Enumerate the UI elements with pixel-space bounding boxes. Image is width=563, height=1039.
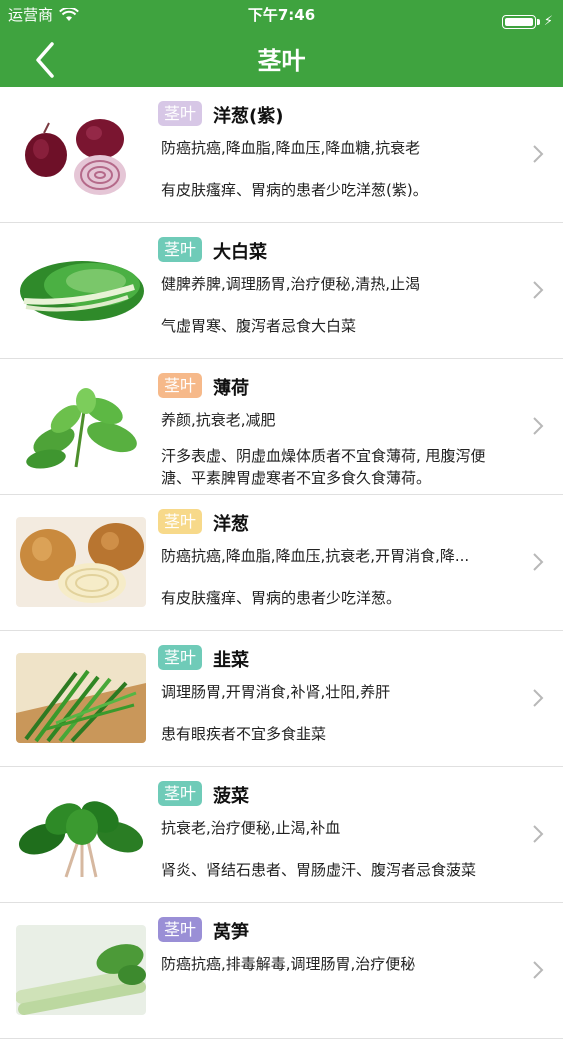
page-title: 茎叶 [257,47,306,75]
vegetable-list: 茎叶 洋葱(紫) 防癌抗癌,降血脂,降血压,降血糖,抗衰老 有皮肤瘙痒、胃病的患… [0,87,563,1039]
chevron-right-icon [533,281,544,299]
vegetable-warning: 有皮肤瘙痒、胃病的患者少吃洋葱。 [161,589,402,607]
vegetable-warning: 有皮肤瘙痒、胃病的患者少吃洋葱(紫)。 [161,181,428,199]
chives-image [16,653,146,743]
napa-cabbage-image [16,245,146,335]
vegetable-name: 莴笋 [213,922,249,943]
vegetable-effects: 防癌抗癌,降血脂,降血压,降血糖,抗衰老 [161,139,421,157]
vegetable-name: 菠菜 [213,786,249,807]
vegetable-effects: 防癌抗癌,排毒解毒,调理肠胃,治疗便秘 [161,955,416,973]
navigation-bar: 运营商 下午7:46 ⚡ 茎叶 [0,0,563,87]
category-badge: 茎叶 [158,917,202,942]
chevron-right-icon [533,145,544,163]
vegetable-warning: 肾炎、肾结石患者、胃肠虚汗、腹泻者忌食菠菜 [161,861,477,879]
chevron-right-icon [533,961,544,979]
vegetable-name: 薄荷 [213,378,249,399]
list-item-napa-cabbage[interactable]: 茎叶 大白菜 健脾养脾,调理肠胃,治疗便秘,清热,止渴 气虚胃寒、腹泻者忌食大白… [0,223,563,359]
vegetable-effects: 调理肠胃,开胃消食,补肾,壮阳,养肝 [161,683,391,701]
clock: 下午7:46 [247,6,316,24]
vegetable-effects: 防癌抗癌,降血脂,降血压,抗衰老,开胃消食,降... [161,547,470,565]
category-badge: 茎叶 [158,237,202,262]
vegetable-effects: 健脾养脾,调理肠胃,治疗便秘,清热,止渴 [161,275,421,293]
list-item-onion[interactable]: 茎叶 洋葱 防癌抗癌,降血脂,降血压,抗衰老,开胃消食,降... 有皮肤瘙痒、胃… [0,495,563,631]
chevron-right-icon [533,553,544,571]
onion-image [16,517,146,607]
category-badge: 茎叶 [158,645,202,670]
category-badge: 茎叶 [158,373,202,398]
spinach-image [16,789,146,879]
vegetable-warning: 气虚胃寒、腹泻者忌食大白菜 [161,317,357,335]
list-item-chives[interactable]: 茎叶 韭菜 调理肠胃,开胃消食,补肾,壮阳,养肝 患有眼疾者不宜多食韭菜 [0,631,563,767]
vegetable-name: 大白菜 [213,242,267,263]
list-item-lettuce-stem[interactable]: 茎叶 莴笋 防癌抗癌,排毒解毒,调理肠胃,治疗便秘 [0,903,563,1039]
mint-image [16,381,146,471]
vegetable-name: 洋葱 [213,514,249,535]
status-bar: 运营商 下午7:46 ⚡ [0,0,563,30]
vegetable-name: 韭菜 [213,650,249,671]
vegetable-effects: 养颜,抗衰老,减肥 [161,411,276,429]
purple-onion-image [16,109,146,199]
chevron-right-icon [533,689,544,707]
category-badge: 茎叶 [158,509,202,534]
vegetable-warning: 汗多表虚、阴虚血燥体质者不宜食薄荷, 甩腹泻便溏、平素脾胃虚寒者不宜多食久食薄荷… [161,447,486,487]
list-item-purple-onion[interactable]: 茎叶 洋葱(紫) 防癌抗癌,降血脂,降血压,降血糖,抗衰老 有皮肤瘙痒、胃病的患… [0,87,563,223]
chevron-right-icon [533,825,544,843]
vegetable-warning: 患有眼疾者不宜多食韭菜 [161,725,327,743]
category-badge: 茎叶 [158,781,202,806]
list-item-mint[interactable]: 茎叶 薄荷 养颜,抗衰老,减肥 汗多表虚、阴虚血燥体质者不宜食薄荷, 甩腹泻便溏… [0,359,563,495]
category-badge: 茎叶 [158,101,202,126]
chevron-right-icon [533,417,544,435]
vegetable-effects: 抗衰老,治疗便秘,止渴,补血 [161,819,341,837]
vegetable-name: 洋葱(紫) [213,106,284,127]
lettuce-stem-image [16,925,146,1015]
list-item-spinach[interactable]: 茎叶 菠菜 抗衰老,治疗便秘,止渴,补血 肾炎、肾结石患者、胃肠虚汗、腹泻者忌食… [0,767,563,903]
